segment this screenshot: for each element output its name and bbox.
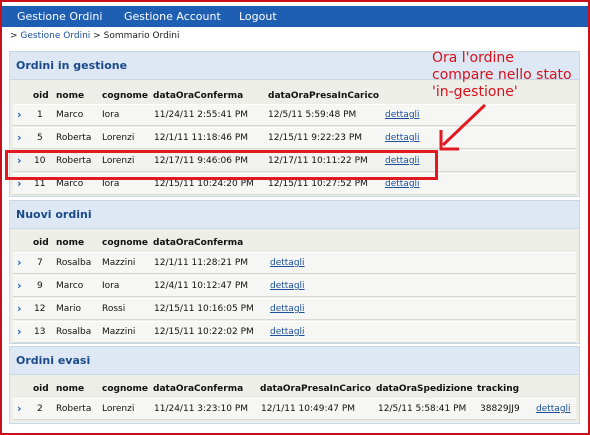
breadcrumb: > Gestione Ordini > Sommario Ordini xyxy=(10,31,180,41)
cell-dataoraconferma: 12/15/11 10:22:02 PM xyxy=(154,327,254,337)
cell-dataoraconferma: 12/15/11 10:16:05 PM xyxy=(154,304,254,314)
dettagli-link[interactable]: dettagli xyxy=(385,110,420,120)
cell-dataoraspedizione: 12/5/11 5:58:41 PM xyxy=(378,404,467,414)
column-header-dataorapresaincarico: dataOraPresaInCarico xyxy=(268,91,380,101)
panel-title: Ordini evasi xyxy=(16,354,91,367)
cell-dataoraconferma: 11/24/11 2:55:41 PM xyxy=(154,110,249,120)
cell-dataorapresaincarico: 12/15/11 10:27:52 PM xyxy=(268,179,368,189)
cell-cognome: Lorenzi xyxy=(102,404,135,414)
table-row[interactable]: › 7 Rosalba Mazzini 12/1/11 11:28:21 PM … xyxy=(13,252,576,274)
cell-cognome: Mazzini xyxy=(102,327,136,337)
chevron-right-icon[interactable]: › xyxy=(17,256,22,269)
cell-nome: Marco xyxy=(56,110,84,120)
cell-dataorapresaincarico: 12/1/11 10:49:47 PM xyxy=(261,404,356,414)
column-header-oid: oid xyxy=(33,91,49,101)
cell-oid: 9 xyxy=(37,281,43,291)
chevron-right-icon[interactable]: › xyxy=(17,108,22,121)
cell-dataoraconferma: 12/1/11 11:18:46 PM xyxy=(154,133,249,143)
chevron-right-icon[interactable]: › xyxy=(17,131,22,144)
column-header-nome: nome xyxy=(56,238,85,248)
cell-cognome: Iora xyxy=(102,110,120,120)
chevron-right-icon[interactable]: › xyxy=(17,279,22,292)
column-header-dataoraspedizione: dataOraSpedizione xyxy=(376,384,473,394)
cell-oid: 13 xyxy=(34,327,46,337)
cell-oid: 2 xyxy=(37,404,43,414)
panel-nuovi-ordini: Nuovi ordini oid nome cognome dataOraCon… xyxy=(9,200,580,344)
cell-dataoraconferma: 12/15/11 10:24:20 PM xyxy=(154,179,254,189)
chevron-right-icon[interactable]: › xyxy=(17,402,22,415)
cell-cognome: Lorenzi xyxy=(102,133,135,143)
dettagli-link[interactable]: dettagli xyxy=(270,304,305,314)
column-header-oid: oid xyxy=(33,384,49,394)
dettagli-link[interactable]: dettagli xyxy=(270,327,305,337)
cell-dataorapresaincarico: 12/5/11 5:59:48 PM xyxy=(268,110,357,120)
table-row[interactable]: › 13 Rosalba Mazzini 12/15/11 10:22:02 P… xyxy=(13,321,576,343)
cell-nome: Rosalba xyxy=(56,258,92,268)
column-header-dataoraconferma: dataOraConferma xyxy=(153,91,244,101)
column-header-dataorapresaincarico: dataOraPresaInCarico xyxy=(260,384,372,394)
cell-oid: 7 xyxy=(37,258,43,268)
cell-cognome: Mazzini xyxy=(102,258,136,268)
chevron-right-icon[interactable]: › xyxy=(17,302,22,315)
column-header-dataoraconferma: dataOraConferma xyxy=(153,238,244,248)
cell-oid: 12 xyxy=(34,304,46,314)
cell-cognome: Rossi xyxy=(102,304,126,314)
panel-header: Ordini evasi xyxy=(10,347,579,375)
panel-ordini-evasi: Ordini evasi oid nome cognome dataOraCon… xyxy=(9,346,580,424)
panel-title: Nuovi ordini xyxy=(16,208,92,221)
cell-oid: 11 xyxy=(34,179,46,189)
dettagli-link[interactable]: dettagli xyxy=(536,404,571,414)
column-header-nome: nome xyxy=(56,91,85,101)
column-header-nome: nome xyxy=(56,384,85,394)
cell-oid: 1 xyxy=(37,110,43,120)
cell-nome: Rosalba xyxy=(56,327,92,337)
column-header-dataoraconferma: dataOraConferma xyxy=(153,384,244,394)
chevron-right-icon[interactable]: › xyxy=(17,325,22,338)
annotation-line: Ora l'ordine xyxy=(432,50,514,66)
cell-nome: Marco xyxy=(56,179,84,189)
column-header-cognome: cognome xyxy=(102,238,149,248)
breadcrumb-prefix: > xyxy=(10,31,18,41)
column-header-oid: oid xyxy=(33,238,49,248)
cell-dataoraconferma: 11/24/11 3:23:10 PM xyxy=(154,404,249,414)
panel-title: Ordini in gestione xyxy=(16,59,128,72)
table-row[interactable]: › 2 Roberta Lorenzi 11/24/11 3:23:10 PM … xyxy=(13,398,576,420)
cell-cognome: Iora xyxy=(102,179,120,189)
column-header-tracking: tracking xyxy=(477,384,520,394)
nav-gestione-account[interactable]: Gestione Account xyxy=(124,10,221,23)
cell-dataoraconferma: 12/4/11 10:12:47 PM xyxy=(154,281,249,291)
cell-dataoraconferma: 12/1/11 11:28:21 PM xyxy=(154,258,249,268)
column-header-cognome: cognome xyxy=(102,384,149,394)
cell-cognome: Iora xyxy=(102,281,120,291)
table-row[interactable]: › 12 Mario Rossi 12/15/11 10:16:05 PM de… xyxy=(13,298,576,320)
column-header-cognome: cognome xyxy=(102,91,149,101)
cell-dataorapresaincarico: 12/15/11 9:22:23 PM xyxy=(268,133,363,143)
cell-nome: Mario xyxy=(56,304,81,314)
nav-gestione-ordini[interactable]: Gestione Ordini xyxy=(17,10,102,23)
breadcrumb-link-gestione-ordini[interactable]: Gestione Ordini xyxy=(20,31,90,41)
cell-nome: Roberta xyxy=(56,133,92,143)
annotation-text: Ora l'ordine compare nello stato 'in-ges… xyxy=(432,50,572,101)
table-row[interactable]: › 9 Marco Iora 12/4/11 10:12:47 PM detta… xyxy=(13,275,576,297)
top-nav-bar: Gestione Ordini Gestione Account Logout xyxy=(2,6,588,27)
app-window: Gestione Ordini Gestione Account Logout … xyxy=(0,0,590,435)
dettagli-link[interactable]: dettagli xyxy=(385,133,420,143)
cell-oid: 5 xyxy=(37,133,43,143)
highlight-box xyxy=(5,150,438,180)
dettagli-link[interactable]: dettagli xyxy=(270,281,305,291)
cell-nome: Roberta xyxy=(56,404,92,414)
breadcrumb-separator: > xyxy=(93,31,101,41)
annotation-arrow-icon xyxy=(439,103,487,151)
cell-nome: Marco xyxy=(56,281,84,291)
nav-logout[interactable]: Logout xyxy=(239,10,277,23)
breadcrumb-current: Sommario Ordini xyxy=(103,31,180,41)
dettagli-link[interactable]: dettagli xyxy=(270,258,305,268)
panel-header: Nuovi ordini xyxy=(10,201,579,229)
annotation-line: compare nello stato xyxy=(432,67,572,83)
dettagli-link[interactable]: dettagli xyxy=(385,179,420,189)
cell-tracking: 38829JJ9 xyxy=(480,404,520,414)
